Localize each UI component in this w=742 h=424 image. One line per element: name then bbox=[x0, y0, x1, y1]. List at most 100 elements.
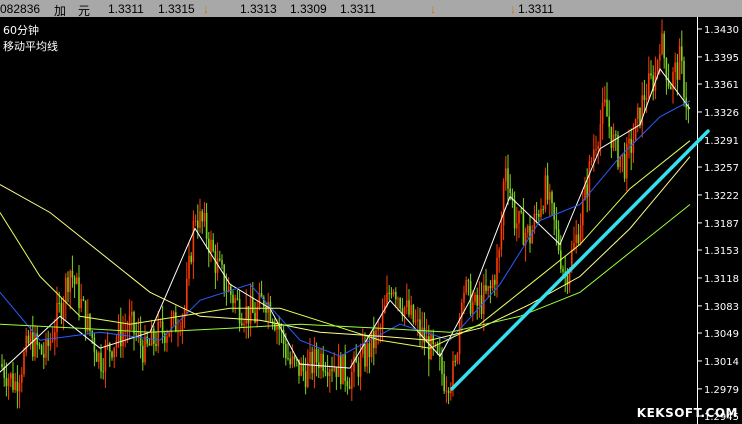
candle-down bbox=[390, 293, 393, 295]
candle-down bbox=[476, 294, 478, 306]
candle-down bbox=[670, 86, 672, 90]
candle-up bbox=[659, 54, 661, 61]
candle-up bbox=[645, 97, 648, 100]
candle-up bbox=[166, 336, 168, 343]
y-tick-label: 1.3049 bbox=[704, 329, 739, 340]
candle-up bbox=[359, 353, 362, 377]
candle-down bbox=[447, 390, 450, 394]
candle-down bbox=[551, 192, 553, 204]
candle-up bbox=[69, 270, 71, 293]
candle-up bbox=[505, 168, 507, 182]
candle-down bbox=[236, 298, 239, 300]
candle-up bbox=[452, 360, 454, 388]
candle-up bbox=[456, 354, 459, 362]
candle-down bbox=[252, 298, 254, 313]
moving-average-line-5 bbox=[0, 204, 691, 333]
candle-up bbox=[51, 340, 54, 342]
candle-down bbox=[93, 337, 96, 353]
candle-down bbox=[577, 234, 580, 244]
y-tick-label: 1.3222 bbox=[704, 191, 739, 202]
candle-down bbox=[608, 116, 610, 127]
candle-down bbox=[71, 270, 74, 278]
candle-up bbox=[150, 328, 153, 346]
candle-down bbox=[555, 219, 558, 230]
candle-down bbox=[197, 220, 199, 228]
candle-down bbox=[542, 209, 544, 211]
candle-up bbox=[131, 311, 133, 316]
candle-up bbox=[595, 149, 597, 151]
candle-down bbox=[60, 302, 63, 318]
candle-down bbox=[289, 358, 291, 365]
candle-up bbox=[414, 320, 417, 323]
candle-down bbox=[650, 73, 652, 76]
candle-down bbox=[78, 277, 80, 309]
bid-price: 1.3315 bbox=[158, 2, 195, 16]
candle-down bbox=[84, 300, 87, 332]
candle-down bbox=[509, 188, 511, 193]
candle-up bbox=[397, 298, 399, 300]
y-tick-label: 1.3187 bbox=[704, 219, 739, 230]
candle-up bbox=[661, 33, 663, 55]
candle-down bbox=[663, 33, 665, 59]
candle-up bbox=[106, 343, 109, 346]
candle-down bbox=[643, 95, 646, 100]
candle-up bbox=[159, 321, 162, 323]
candle-down bbox=[38, 344, 41, 346]
down-arrow-icon: ↓ bbox=[510, 2, 516, 16]
candle-up bbox=[588, 161, 591, 197]
candle-down bbox=[553, 203, 555, 220]
candle-up bbox=[23, 352, 25, 375]
candle-down bbox=[623, 154, 626, 179]
candle-down bbox=[32, 332, 34, 357]
candle-up bbox=[498, 249, 500, 258]
candle-up bbox=[56, 302, 58, 333]
candle-up bbox=[194, 220, 197, 222]
candle-down bbox=[133, 311, 135, 334]
candle-down bbox=[606, 99, 608, 117]
candle-down bbox=[615, 134, 617, 136]
candle-up bbox=[628, 138, 630, 144]
candle-down bbox=[27, 335, 30, 344]
candle-down bbox=[16, 381, 19, 392]
candle-down bbox=[485, 285, 487, 291]
symbol-code: 082836 bbox=[0, 2, 41, 16]
candle-up bbox=[465, 280, 467, 293]
candle-up bbox=[483, 285, 485, 315]
candle-down bbox=[73, 277, 76, 285]
candle-up bbox=[113, 347, 115, 358]
candle-up bbox=[516, 223, 518, 229]
price-chart[interactable]: 1.3430 1.3395 1.3361 1.3326 1.3291 1.3257 1.32… bbox=[0, 17, 742, 424]
candle-up bbox=[417, 319, 419, 321]
candle-down bbox=[522, 211, 525, 245]
candle-up bbox=[518, 210, 520, 224]
candle-down bbox=[326, 372, 329, 377]
candle-down bbox=[546, 175, 549, 200]
candle-down bbox=[357, 362, 360, 377]
candle-up bbox=[353, 356, 355, 372]
candle-down bbox=[221, 260, 223, 265]
moving-average-line-4 bbox=[0, 156, 691, 341]
candle-down bbox=[304, 371, 307, 387]
candle-up bbox=[342, 354, 344, 385]
candle-up bbox=[496, 257, 498, 285]
candle-up bbox=[678, 46, 681, 80]
candle-up bbox=[392, 292, 395, 295]
candle-up bbox=[604, 99, 606, 103]
candle-down bbox=[364, 344, 366, 367]
candle-down bbox=[454, 360, 456, 362]
candle-up bbox=[337, 355, 340, 377]
candle-down bbox=[408, 300, 410, 315]
candle-down bbox=[219, 258, 221, 261]
candle-down bbox=[91, 331, 93, 338]
y-tick-label: 1.3118 bbox=[704, 274, 739, 285]
candle-up bbox=[115, 340, 118, 348]
candle-down bbox=[423, 327, 426, 343]
candle-down bbox=[368, 343, 371, 358]
candle-up bbox=[137, 331, 140, 335]
candle-up bbox=[406, 300, 408, 308]
candle-down bbox=[335, 367, 338, 377]
candle-down bbox=[348, 386, 351, 389]
y-tick-label: 1.3430 bbox=[704, 25, 739, 36]
candle-down bbox=[223, 264, 225, 291]
candle-down bbox=[139, 331, 142, 346]
